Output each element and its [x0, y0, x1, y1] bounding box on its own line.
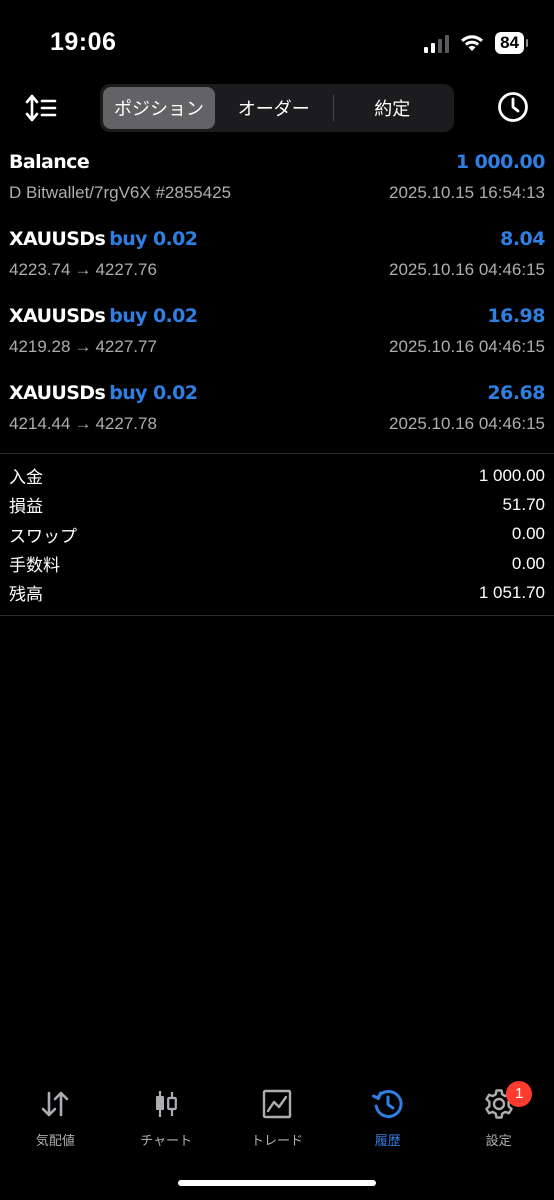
nav-label: 気配値 — [35, 1133, 75, 1148]
arrow-right-icon: → — [74, 337, 92, 356]
deal-time: 2025.10.15 16:54:13 — [389, 183, 545, 202]
deal-side: buy 0.02 — [109, 305, 198, 327]
deal-symbol: XAUUSDs — [9, 382, 106, 404]
nav-trade[interactable]: トレード — [222, 1085, 333, 1155]
summary-profit: 損益 51.70 — [9, 494, 545, 517]
nav-label: チャート — [140, 1133, 193, 1148]
deal-symbol: XAUUSDs — [9, 228, 106, 250]
summary-commission: 手数料 0.00 — [9, 553, 545, 576]
status-icons: 84 — [424, 32, 528, 54]
summary-swap: スワップ 0.00 — [9, 524, 545, 546]
deal-profit: 16.98 — [487, 305, 545, 327]
deal-time: 2025.10.16 04:46:15 — [389, 414, 545, 433]
status-time: 19:06 — [50, 28, 117, 56]
arrow-right-icon: → — [74, 414, 92, 433]
deal-title: XAUUSDs buy 0.02 — [9, 382, 198, 404]
tab-orders[interactable]: オーダー — [215, 87, 333, 129]
deal-amount: 1 000.00 — [455, 151, 546, 173]
status-bar: 19:06 84 — [0, 0, 554, 80]
candlestick-icon — [156, 1091, 178, 1117]
arrow-right-icon: → — [74, 260, 92, 279]
deal-title: XAUUSDs buy 0.02 — [9, 305, 198, 327]
deal-profit: 26.68 — [487, 382, 545, 404]
list-item-balance[interactable]: Balance 1 000.00 D Bitwallet/7rgV6X #285… — [0, 145, 554, 222]
cellular-signal-icon — [424, 33, 450, 53]
toolbar: ポジション オーダー 約定 — [0, 82, 554, 134]
battery-indicator: 84 — [495, 32, 528, 54]
nav-label: トレード — [250, 1133, 303, 1148]
history-list: Balance 1 000.00 D Bitwallet/7rgV6X #285… — [0, 145, 554, 617]
quotes-arrows-icon — [42, 1091, 69, 1117]
tab-positions[interactable]: ポジション — [103, 87, 215, 129]
deal-time: 2025.10.16 04:46:15 — [389, 260, 545, 279]
deal-prices: 4219.28 → 4227.77 — [9, 337, 157, 356]
trade-chart-icon — [262, 1089, 292, 1119]
deal-side: buy 0.02 — [109, 382, 198, 404]
deal-side: buy 0.02 — [109, 228, 198, 250]
deal-prices: 4214.44 → 4227.78 — [9, 414, 157, 433]
summary-section: 入金 1 000.00 損益 51.70 スワップ 0.00 手数料 0.00 … — [0, 454, 554, 615]
wifi-icon — [461, 35, 484, 51]
tab-deals[interactable]: 約定 — [334, 87, 452, 129]
nav-chart[interactable]: チャート — [111, 1085, 222, 1155]
bottom-tab-bar: 気配値 チャート トレード 履歴 設定 1 — [0, 1081, 554, 1155]
nav-settings[interactable]: 設定 1 — [443, 1081, 554, 1155]
summary-balance: 残高 1 051.70 — [9, 582, 545, 605]
deal-title: XAUUSDs buy 0.02 — [9, 228, 198, 250]
summary-deposit: 入金 1 000.00 — [9, 465, 545, 488]
clock-icon[interactable] — [496, 90, 530, 124]
nav-quotes[interactable]: 気配値 — [0, 1085, 111, 1155]
deal-time: 2025.10.16 04:46:15 — [389, 337, 545, 356]
nav-history[interactable]: 履歴 — [332, 1085, 443, 1155]
deal-profit: 8.04 — [500, 228, 545, 250]
list-item[interactable]: XAUUSDs buy 0.02 16.98 4219.28 → 4227.77 20… — [0, 299, 554, 376]
notification-badge: 1 — [506, 1081, 533, 1107]
history-tab-segmented-control: ポジション オーダー 約定 — [100, 84, 454, 132]
nav-label: 履歴 — [374, 1133, 401, 1148]
list-item[interactable]: XAUUSDs buy 0.02 26.68 4214.44 → 4227.78 20… — [0, 376, 554, 453]
history-clock-icon — [371, 1090, 403, 1119]
deal-comment: D Bitwallet/7rgV6X #2855425 — [9, 183, 232, 202]
deal-prices: 4223.74 → 4227.76 — [9, 260, 157, 279]
home-indicator[interactable] — [178, 1180, 376, 1186]
list-item[interactable]: XAUUSDs buy 0.02 8.04 4223.74 → 4227.76 202… — [0, 222, 554, 299]
divider — [0, 615, 554, 617]
nav-label: 設定 — [485, 1133, 512, 1148]
sort-icon[interactable] — [24, 92, 58, 124]
deal-symbol: XAUUSDs — [9, 305, 106, 327]
deal-symbol: Balance — [9, 151, 90, 173]
